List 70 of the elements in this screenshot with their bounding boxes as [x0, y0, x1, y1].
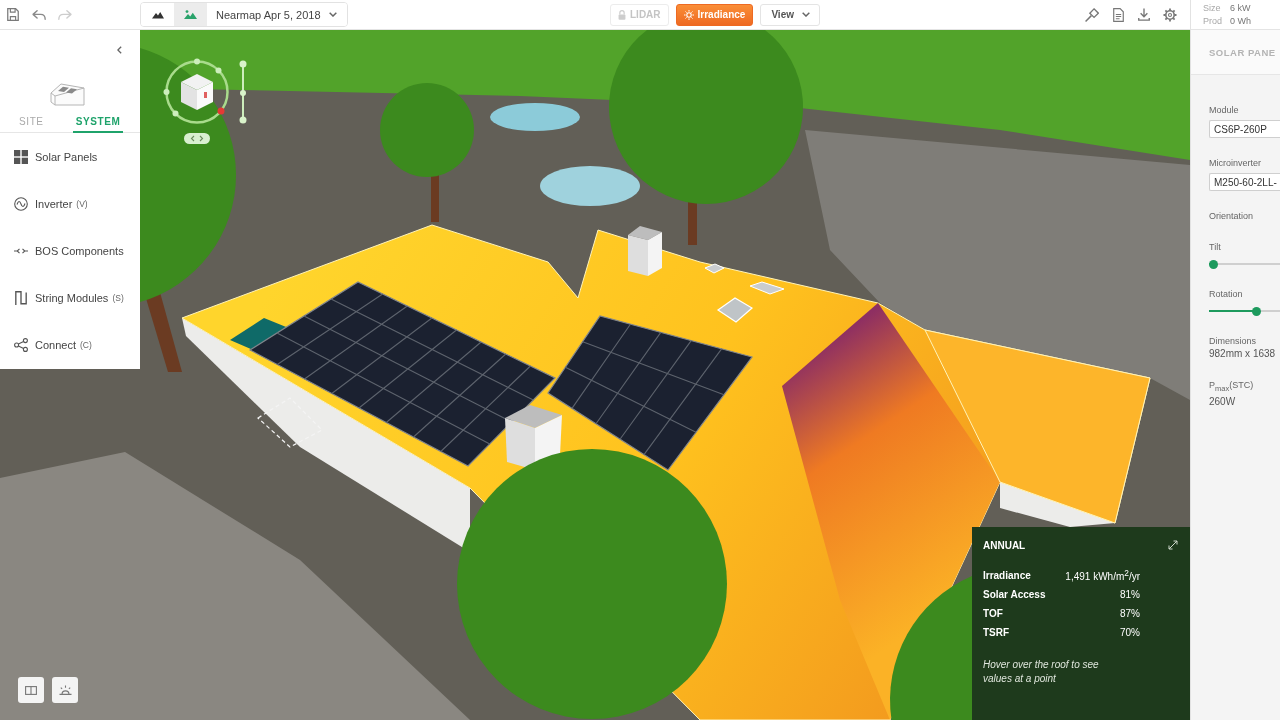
slider-thumb[interactable]	[1251, 306, 1261, 316]
slider-track[interactable]	[1209, 306, 1280, 316]
metric-label: TSRF	[983, 627, 1010, 638]
hint-text: Hover over the roof to see values at a point	[983, 658, 1100, 686]
field-label: Microinverter	[1209, 157, 1262, 169]
string-path-icon	[14, 290, 27, 305]
field-label: Module	[1209, 104, 1240, 116]
stat-value: 6 kW	[1230, 2, 1251, 15]
panel-title: ANNUAL	[983, 539, 1026, 551]
field-label: P$_{max}$(STC)	[1209, 379, 1255, 395]
undo-icon	[32, 9, 46, 20]
dropdown-field[interactable]: CS6P-260P	[1209, 120, 1280, 138]
skylight	[716, 297, 754, 323]
field-value: 982mm x 1638	[1209, 348, 1277, 360]
stat-label: Prod	[1203, 15, 1223, 28]
metric-value: 87%	[1120, 608, 1140, 619]
redo-icon	[58, 9, 72, 20]
field-label: Tilt	[1209, 241, 1222, 253]
pan-toggle-icon[interactable]	[184, 133, 210, 144]
vertical-slider-icon[interactable]	[238, 60, 248, 124]
map-tool-button[interactable]	[18, 677, 44, 703]
stat-label: Size	[1203, 2, 1222, 15]
panels-icon	[25, 685, 37, 695]
connector-icon	[13, 247, 28, 254]
sunrise-icon	[58, 685, 72, 695]
expand-icon[interactable]	[1168, 540, 1178, 550]
panel-title: SOLAR PANE	[1209, 46, 1276, 58]
lock-icon	[618, 9, 626, 20]
view-dropdown[interactable]: View	[760, 3, 820, 26]
metric-label: Irradiance	[983, 570, 1031, 581]
sidebar-item[interactable]: Solar Panels	[0, 133, 140, 180]
dashed-outline	[257, 397, 323, 448]
save-icon	[7, 8, 19, 21]
caret-icon	[802, 12, 810, 17]
caret-icon	[328, 12, 337, 17]
metric-value: 81%	[1120, 589, 1140, 600]
field-label: Rotation	[1209, 288, 1244, 300]
download-icon	[1138, 8, 1150, 21]
stat-value: 0 Wh	[1230, 15, 1251, 28]
field-label: Dimensions	[1209, 335, 1258, 347]
mountain-icon	[151, 10, 164, 19]
slider-thumb[interactable]	[1209, 259, 1218, 269]
metric-label: TOF	[983, 608, 1003, 619]
document-icon	[1112, 7, 1124, 22]
skylight	[749, 281, 785, 295]
chimney	[628, 226, 662, 276]
grid-icon	[13, 149, 28, 164]
slider-track[interactable]	[1209, 259, 1280, 269]
sidebar-item[interactable]: String Modules (S)	[0, 274, 140, 321]
dropdown-field[interactable]: M250-60-2LL-	[1209, 173, 1280, 191]
metric-value: 1,491 kWh/m$^{2}$/yr	[1065, 568, 1140, 583]
section-label: Orientation	[1209, 210, 1255, 222]
share-icon	[13, 337, 28, 352]
landscape-icon	[184, 10, 197, 19]
field-value: 260W	[1209, 395, 1237, 408]
map-tool-button[interactable]	[52, 677, 78, 703]
chimney	[505, 405, 562, 470]
metric-value: 70%	[1120, 627, 1140, 638]
sine-wave-icon	[13, 196, 28, 211]
sidebar-item[interactable]: Connect (C)	[0, 321, 140, 368]
sidebar-item[interactable]: BOS Components	[0, 227, 140, 274]
sidebar-item[interactable]: Inverter (V)	[0, 180, 140, 227]
chevron-left-icon[interactable]	[117, 46, 122, 54]
house-icon	[48, 82, 88, 108]
view-cube-icon[interactable]	[163, 58, 231, 126]
skylight	[704, 263, 725, 274]
settings-icon	[1163, 7, 1177, 22]
sun-icon	[683, 9, 694, 20]
pin-icon	[1085, 7, 1099, 22]
metric-label: Solar Access	[983, 589, 1046, 600]
